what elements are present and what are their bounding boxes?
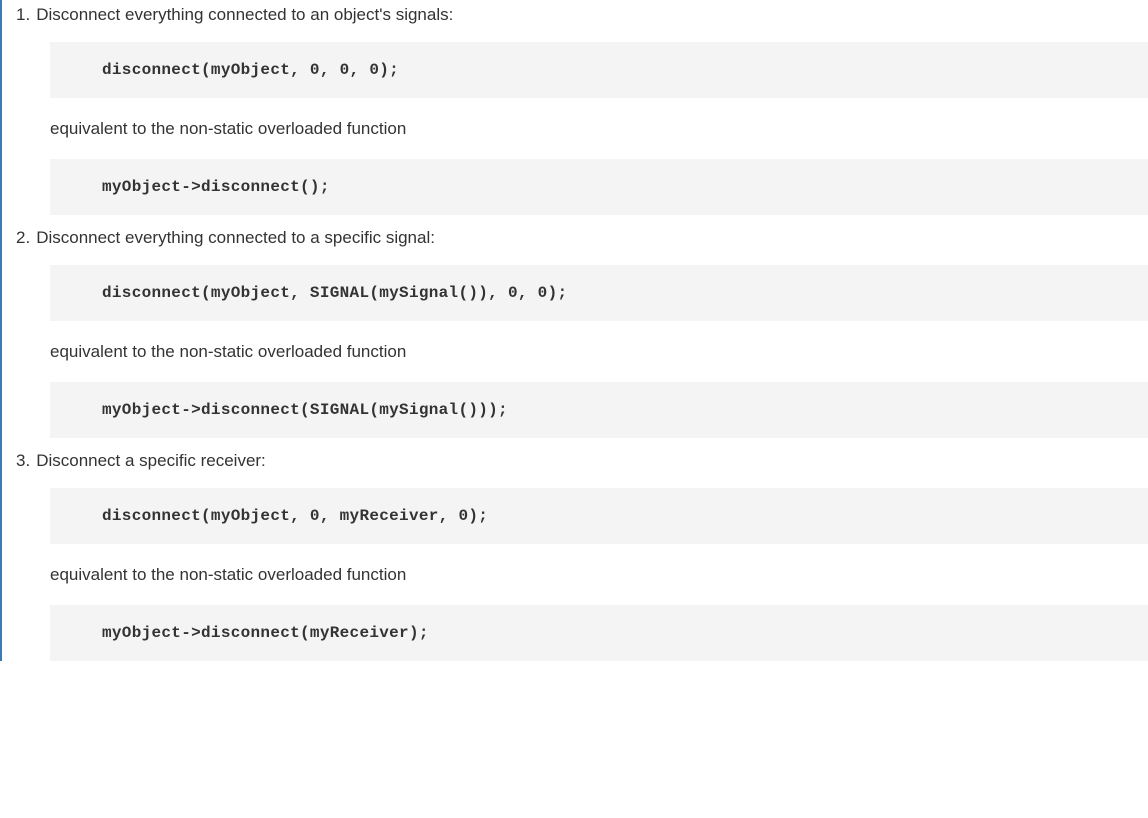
code-block: myObject->disconnect(); — [50, 159, 1148, 215]
ordered-list: 1. Disconnect everything connected to an… — [2, 0, 1148, 661]
code-block: myObject->disconnect(SIGNAL(mySignal()))… — [50, 382, 1148, 438]
item-title: Disconnect everything connected to an ob… — [36, 2, 453, 28]
equivalent-text: equivalent to the non-static overloaded … — [2, 329, 1148, 375]
item-number: 2. — [16, 225, 30, 251]
item-header-2: 2. Disconnect everything connected to a … — [2, 223, 1148, 257]
equivalent-text: equivalent to the non-static overloaded … — [2, 106, 1148, 152]
item-number: 3. — [16, 448, 30, 474]
item-title: Disconnect a specific receiver: — [36, 448, 266, 474]
list-item: 3. Disconnect a specific receiver: disco… — [2, 446, 1148, 661]
code-block: disconnect(myObject, SIGNAL(mySignal()),… — [50, 265, 1148, 321]
item-number: 1. — [16, 2, 30, 28]
item-title: Disconnect everything connected to a spe… — [36, 225, 435, 251]
item-header-1: 1. Disconnect everything connected to an… — [2, 0, 1148, 34]
code-block: myObject->disconnect(myReceiver); — [50, 605, 1148, 661]
item-header-3: 3. Disconnect a specific receiver: — [2, 446, 1148, 480]
equivalent-text: equivalent to the non-static overloaded … — [2, 552, 1148, 598]
list-item: 2. Disconnect everything connected to a … — [2, 223, 1148, 438]
document-content: 1. Disconnect everything connected to an… — [2, 0, 1148, 661]
list-item: 1. Disconnect everything connected to an… — [2, 0, 1148, 215]
code-block: disconnect(myObject, 0, myReceiver, 0); — [50, 488, 1148, 544]
code-block: disconnect(myObject, 0, 0, 0); — [50, 42, 1148, 98]
